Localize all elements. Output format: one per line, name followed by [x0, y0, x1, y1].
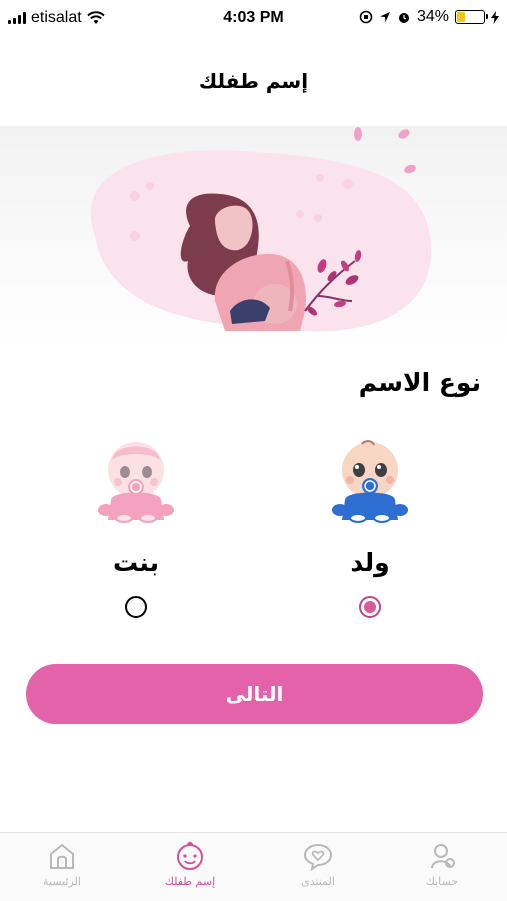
- home-icon: [50, 843, 74, 869]
- battery-percent: 34%: [416, 8, 449, 25]
- battery-icon: [455, 10, 488, 24]
- option-label-boy: ولد: [350, 548, 390, 577]
- tab-label-baby-name: إسم طفلك: [164, 875, 216, 888]
- radio-dot: [364, 601, 376, 613]
- option-boy[interactable]: ولد: [310, 430, 430, 618]
- tab-forum[interactable]: المنتدى: [268, 841, 368, 888]
- page-header: إسم طفلك: [0, 36, 507, 126]
- next-button[interactable]: التالى: [26, 664, 483, 724]
- option-girl[interactable]: بنت: [76, 430, 196, 618]
- tab-label-account: حسابك: [425, 875, 459, 888]
- page-title: إسم طفلك: [198, 69, 309, 93]
- alarm-icon: [398, 13, 409, 23]
- radio-boy[interactable]: [359, 596, 381, 618]
- tab-account[interactable]: حسابك: [392, 841, 492, 888]
- charging-bolt-icon: [491, 10, 499, 24]
- status-bar: etisalat 4:03 PM 34%: [0, 0, 507, 36]
- chat-heart-icon: [303, 843, 333, 871]
- tab-label-home: الرئيسية: [43, 875, 81, 888]
- tab-home[interactable]: الرئيسية: [12, 841, 112, 888]
- baby-boy-icon: [332, 440, 408, 523]
- tab-label-forum: المنتدى: [301, 875, 335, 888]
- option-label-girl: بنت: [112, 548, 160, 577]
- baby-girl-icon: [98, 442, 174, 523]
- tab-baby-name[interactable]: إسم طفلك: [140, 841, 240, 888]
- tab-bar: حسابك المنتدى إسم طفلك الرئيسية: [0, 832, 507, 901]
- hero-illustration: [0, 126, 507, 346]
- section-title: نوع الاسم: [358, 368, 481, 397]
- orientation-lock-icon: [359, 10, 373, 24]
- status-right: 34%: [359, 8, 499, 26]
- location-arrow-icon: [379, 12, 390, 22]
- baby-face-icon: [177, 841, 203, 870]
- radio-girl[interactable]: [125, 596, 147, 618]
- account-icon: [431, 844, 455, 869]
